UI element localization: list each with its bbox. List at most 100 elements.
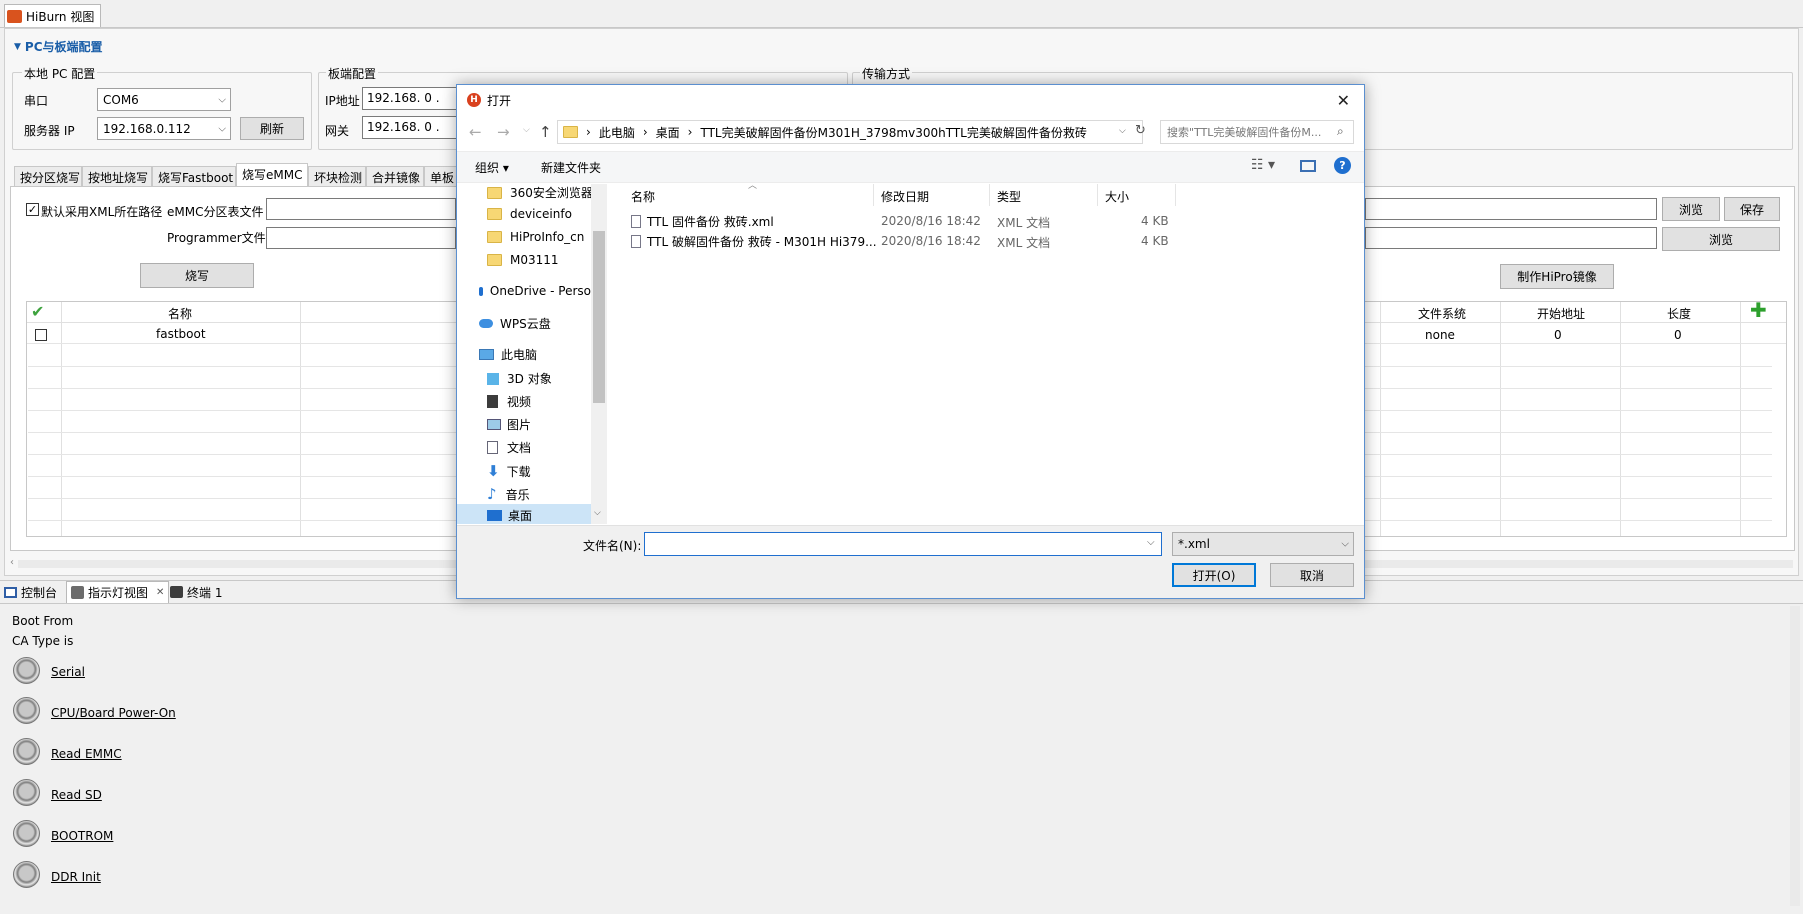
nav-3d-objects[interactable]: 3D 对象: [487, 370, 552, 387]
tab-fastboot-burn[interactable]: 烧写Fastboot: [152, 166, 236, 186]
refresh-icon[interactable]: ↻: [1135, 123, 1146, 138]
nav-desktop[interactable]: 桌面: [487, 507, 532, 524]
back-arrow-icon[interactable]: ←: [469, 123, 482, 141]
nav-pictures[interactable]: 图片: [487, 416, 531, 433]
nav-downloads[interactable]: ⬇ 下载: [487, 462, 531, 480]
tab-console[interactable]: 控制台: [4, 582, 57, 602]
breadcrumb-desktop[interactable]: 桌面: [656, 124, 680, 141]
nav-folder-item[interactable]: M03111: [487, 253, 559, 267]
breadcrumb-thispc[interactable]: 此电脑: [599, 124, 635, 141]
folder-icon: [487, 208, 502, 220]
xml-path-checkbox[interactable]: ✓: [26, 203, 39, 216]
tab-board[interactable]: 单板: [424, 166, 458, 186]
cancel-button[interactable]: 取消: [1270, 563, 1354, 587]
nav-documents[interactable]: 文档: [487, 439, 531, 456]
address-dropdown-chevron-icon[interactable]: ⌵: [1119, 126, 1126, 136]
breadcrumb-folder[interactable]: TTL完美破解固件备份M301H_3798mv300hTTL完美破解固件备份救砖: [700, 124, 1086, 141]
scroll-down-chevron-icon[interactable]: ⌵: [594, 508, 601, 518]
nav-folder-item[interactable]: deviceinfo: [487, 207, 572, 221]
col-header-date[interactable]: 修改日期: [881, 188, 929, 205]
nav-onedrive[interactable]: OneDrive - Perso: [479, 284, 591, 298]
computer-icon: [479, 349, 494, 360]
nav-folder-item[interactable]: HiProInfo_cn: [487, 230, 584, 244]
left-chevron-icon[interactable]: ‹: [10, 557, 14, 568]
right-scrollbar[interactable]: [1790, 606, 1800, 906]
search-placeholder: 搜索"TTL完美破解固件备份M...: [1167, 126, 1322, 139]
browse-partition-button[interactable]: 浏览: [1662, 197, 1720, 221]
section-header[interactable]: ▼ PC与板端配置: [14, 38, 103, 55]
col-header-file-name[interactable]: 名称: [631, 188, 655, 205]
nav-folder-item[interactable]: 360安全浏览器: [487, 184, 593, 201]
file-row[interactable]: TTL 破解固件备份 救砖 - M301H Hi379...: [631, 233, 877, 250]
led-ddr-init-label[interactable]: DDR Init: [51, 870, 101, 884]
up-arrow-icon[interactable]: ↑: [539, 123, 552, 141]
preview-pane-icon[interactable]: [1300, 160, 1316, 172]
view-options-icon[interactable]: ☷ ▾: [1251, 157, 1275, 173]
file-type-filter-select[interactable]: *.xml ⌵: [1172, 532, 1354, 556]
nav-folder-label: M03111: [510, 253, 559, 267]
row-checkbox[interactable]: [35, 329, 47, 341]
nav-music[interactable]: ♪ 音乐: [487, 485, 530, 503]
browse-programmer-button[interactable]: 浏览: [1662, 227, 1780, 251]
programmer-file-input-right[interactable]: [1365, 227, 1657, 249]
tab-led-view[interactable]: 指示灯视图 ✕: [66, 581, 170, 603]
led-power-indicator: [13, 697, 40, 724]
file-row[interactable]: TTL 固件备份 救砖.xml: [631, 213, 774, 230]
col-header-size[interactable]: 大小: [1105, 188, 1129, 205]
desktop-icon: [487, 510, 502, 521]
filename-input[interactable]: [644, 532, 1162, 556]
nav-this-pc[interactable]: 此电脑: [479, 346, 537, 363]
filename-dropdown-chevron-icon[interactable]: ⌵: [1147, 537, 1155, 548]
nav-scrollbar-thumb[interactable]: [593, 231, 605, 403]
hiburn-view-tab[interactable]: HiBurn 视图: [4, 4, 102, 27]
col-header-fs: 文件系统: [1418, 307, 1467, 321]
partition-file-input-right[interactable]: [1365, 198, 1657, 220]
nav-wps-cloud[interactable]: WPS云盘: [479, 315, 551, 332]
led-bootrom-label[interactable]: BOOTROM: [51, 829, 113, 843]
search-icon[interactable]: ⌕: [1337, 124, 1344, 139]
new-folder-button[interactable]: 新建文件夹: [541, 159, 601, 176]
make-hipro-image-button[interactable]: 制作HiPro镜像: [1500, 264, 1614, 289]
close-tab-icon[interactable]: ✕: [156, 587, 164, 598]
tab-address-burn[interactable]: 按地址烧写: [82, 166, 152, 186]
refresh-button[interactable]: 刷新: [240, 117, 304, 140]
led-power-label[interactable]: CPU/Board Power-On: [51, 706, 176, 720]
address-bar[interactable]: › 此电脑 › 桌面 › TTL完美破解固件备份M301H_3798mv300h…: [557, 120, 1143, 144]
tab-terminal[interactable]: 终端 1: [170, 582, 222, 602]
open-button[interactable]: 打开(O): [1172, 563, 1256, 587]
breadcrumb-separator: ›: [642, 125, 648, 139]
dialog-title-bar: H 打开: [457, 85, 1364, 115]
burn-button[interactable]: 烧写: [140, 263, 254, 288]
server-ip-select[interactable]: 192.168.0.112 ⌵: [97, 117, 231, 140]
led-read-emmc-label[interactable]: Read EMMC: [51, 747, 122, 761]
partition-file-input[interactable]: [266, 198, 456, 220]
tab-emmc-burn[interactable]: 烧写eMMC: [236, 163, 308, 187]
tab-merge-image[interactable]: 合并镜像: [366, 166, 424, 186]
tab-partition-burn[interactable]: 按分区烧写: [14, 166, 82, 186]
nav-videos[interactable]: 视频: [487, 393, 531, 410]
row-length: 0: [1674, 328, 1682, 342]
col-header-type[interactable]: 类型: [997, 188, 1021, 205]
select-all-check-icon[interactable]: ✔: [31, 302, 44, 321]
led-serial-label[interactable]: Serial: [51, 665, 85, 679]
cloud-icon: [479, 286, 483, 296]
search-box[interactable]: 搜索"TTL完美破解固件备份M...: [1160, 120, 1354, 144]
help-icon[interactable]: ?: [1334, 157, 1351, 174]
recent-chevron-icon[interactable]: ⌵: [523, 125, 530, 135]
forward-arrow-icon[interactable]: →: [497, 123, 510, 141]
filter-value: *.xml: [1178, 537, 1210, 551]
gateway-input[interactable]: 192.168. 0 .: [362, 116, 462, 139]
board-config-group-title: 板端配置: [326, 65, 379, 82]
serial-port-select[interactable]: COM6 ⌵: [97, 88, 231, 111]
add-row-plus-icon[interactable]: ✚: [1750, 300, 1767, 320]
serial-port-value: COM6: [103, 92, 139, 107]
save-button[interactable]: 保存: [1724, 197, 1780, 221]
close-dialog-icon[interactable]: ✕: [1337, 91, 1350, 110]
tab-bad-block[interactable]: 坏块检测: [308, 166, 366, 186]
organize-button[interactable]: 组织 ▾: [475, 159, 509, 176]
col-divider: [1097, 184, 1098, 206]
cube-icon: [487, 372, 499, 385]
ip-address-input[interactable]: 192.168. 0 .: [362, 87, 462, 110]
programmer-file-input[interactable]: [266, 227, 456, 249]
led-read-sd-label[interactable]: Read SD: [51, 788, 102, 802]
